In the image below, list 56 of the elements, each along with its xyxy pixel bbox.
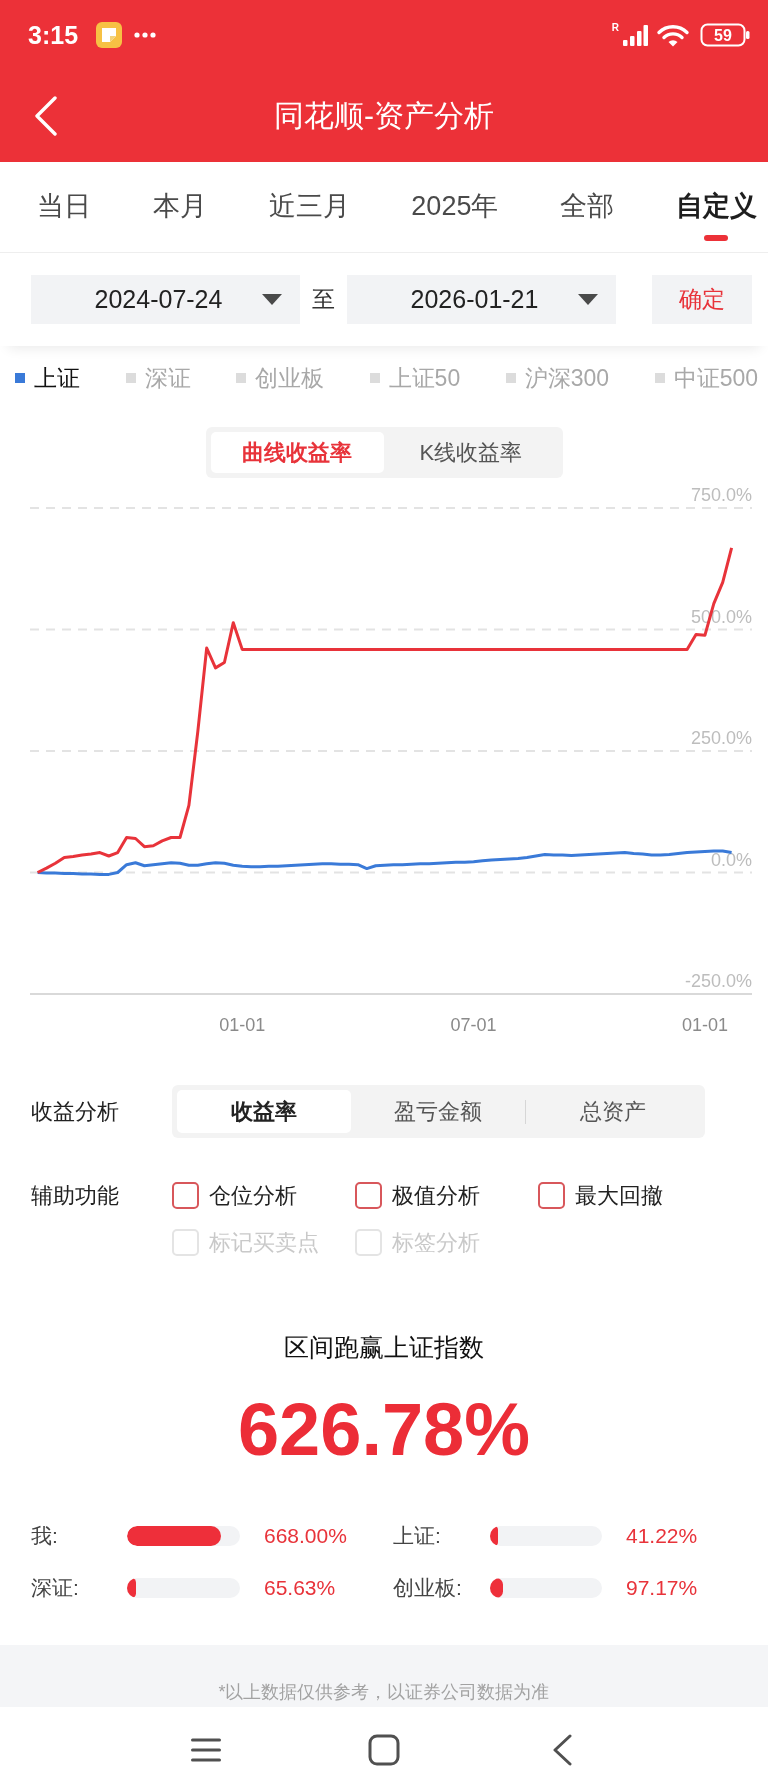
y-axis-label: 750.0% <box>690 485 752 505</box>
checkbox-label[interactable]: 最大回撤 <box>575 1178 663 1212</box>
wifi-icon <box>656 23 690 47</box>
period-tab[interactable]: 2025年 <box>411 190 499 242</box>
bar-label: 我: <box>31 1523 59 1550</box>
outperformance-value: 626.78% <box>236 1390 532 1470</box>
checkbox-label[interactable]: 仓位分析 <box>209 1178 297 1212</box>
checkbox[interactable] <box>172 1181 199 1209</box>
period-tab[interactable]: 近三月 <box>268 190 350 242</box>
bar-value: 65.63% <box>263 1575 337 1602</box>
more-dots-icon <box>134 32 157 38</box>
period-tab[interactable]: 本月 <box>152 190 207 242</box>
bar-label: 上证: <box>393 1523 442 1550</box>
back-icon[interactable] <box>34 96 58 136</box>
y-axis-label: -250.0% <box>684 971 752 991</box>
home-icon[interactable] <box>368 1733 400 1766</box>
confirm-button[interactable]: 确定 <box>652 275 752 324</box>
y-axis-label: 250.0% <box>690 728 752 748</box>
x-axis-label: 01-01 <box>219 1015 266 1035</box>
page-title: 同花顺-资产分析 <box>273 98 495 134</box>
end-date-dropdown[interactable]: 2026-01-21 <box>347 275 616 324</box>
period-tab[interactable]: 自定义 <box>676 190 757 242</box>
analysis-tab[interactable]: 盈亏金额 <box>351 1090 525 1133</box>
checkbox[interactable] <box>538 1181 565 1209</box>
menu-icon[interactable] <box>191 1736 221 1763</box>
range-separator: 至 <box>311 285 336 315</box>
back-icon[interactable] <box>551 1733 573 1766</box>
x-axis-label: 01-01 <box>681 1015 728 1035</box>
status-time: 3:15 <box>28 22 79 48</box>
caret-icon <box>262 294 282 305</box>
battery-indicator: 59 <box>700 23 750 47</box>
summary-title: 区间跑赢上证指数 <box>283 1332 485 1363</box>
note-icon <box>96 22 123 48</box>
section-label: 辅助功能 <box>31 1181 120 1210</box>
section-label: 收益分析 <box>31 1098 120 1126</box>
chart-mode-tab[interactable]: 曲线收益率 <box>210 432 384 473</box>
roaming-label: R <box>611 23 619 33</box>
period-tab[interactable]: 当日 <box>37 190 91 242</box>
checkbox-label[interactable]: 极值分析 <box>392 1178 480 1212</box>
analysis-tab[interactable]: 收益率 <box>177 1090 351 1133</box>
start-date-dropdown[interactable]: 2024-07-24 <box>31 275 300 324</box>
disclaimer-text: *以上数据仅供参考，以证券公司数据为准 <box>218 1681 550 1704</box>
bar-label: 创业板: <box>393 1575 463 1602</box>
bar-label: 深证: <box>31 1575 80 1602</box>
bar-value: 41.22% <box>625 1523 699 1550</box>
chart-mode-tab[interactable]: K线收益率 <box>384 432 558 473</box>
bar-value: 97.17% <box>625 1575 699 1602</box>
y-axis-label: 0.0% <box>710 849 752 870</box>
analysis-tab[interactable]: 总资产 <box>526 1090 700 1133</box>
checkbox[interactable] <box>355 1181 382 1209</box>
signal-icon <box>622 24 648 46</box>
bar-value: 668.00% <box>263 1523 348 1550</box>
index-option[interactable]: 上证 <box>15 360 80 396</box>
caret-icon <box>578 294 598 305</box>
period-tab[interactable]: 全部 <box>560 190 615 242</box>
x-axis-label: 07-01 <box>450 1015 497 1035</box>
